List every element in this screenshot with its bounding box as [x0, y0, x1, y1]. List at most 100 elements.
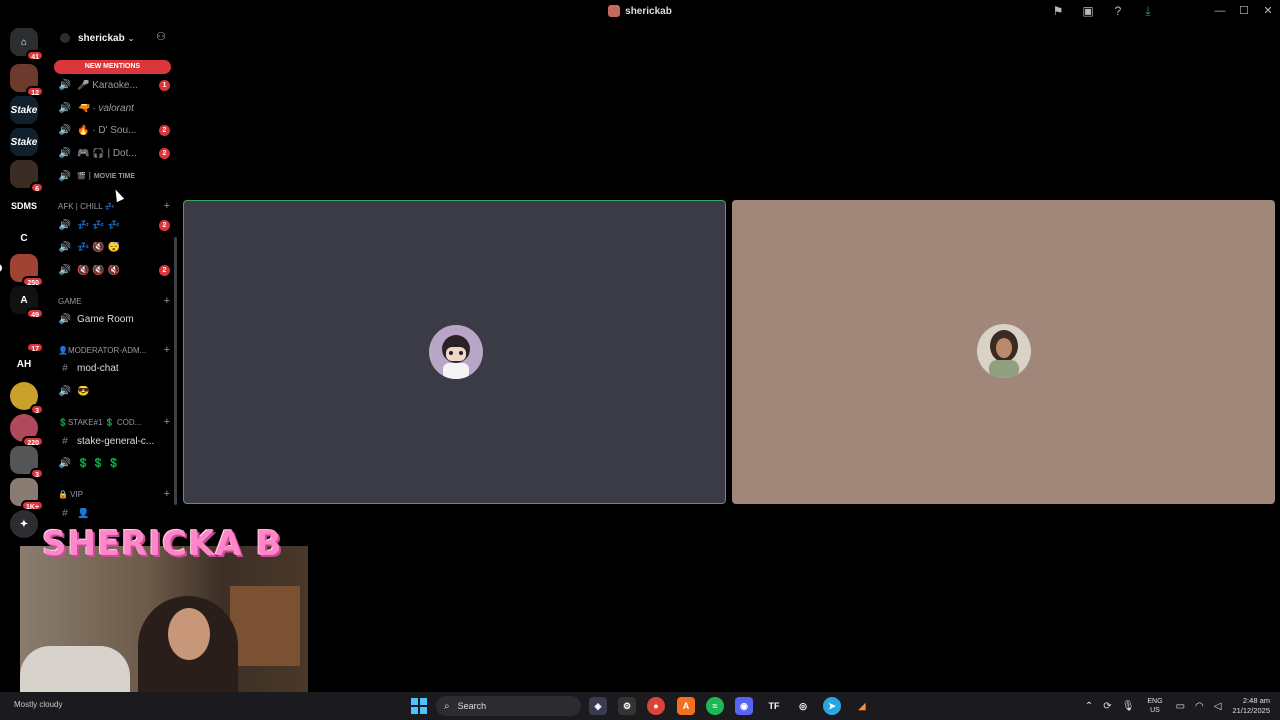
speaker-icon: 🔊 [58, 241, 72, 253]
language-indicator[interactable]: ENG US [1147, 697, 1162, 715]
speaker-icon: 🔊 [58, 79, 72, 91]
volume-icon[interactable]: ◁ [1214, 701, 1222, 712]
voice-channel[interactable]: 🔊 🔇 🔇 🔇 2 [58, 261, 170, 279]
category-game[interactable]: GAME + [58, 294, 170, 308]
server-header[interactable]: sherickab ⌄ ⚇ [48, 26, 178, 50]
download-icon[interactable]: ⤓ [1140, 3, 1156, 19]
mention-badge: 2 [159, 147, 170, 159]
speaker-icon: 🔊 [58, 147, 72, 159]
voice-channel[interactable]: 🔊 🔫 · valorant [58, 99, 170, 117]
wifi-icon[interactable]: ◠ [1195, 701, 1204, 712]
category-afk-chill[interactable]: AFK | CHILL 💤 + [58, 199, 170, 213]
system-tray: ⌃ ⟳ 🎙 ENG US ▭ ◠ ◁ 2:48 am 21/12/2025 [1080, 692, 1280, 720]
voice-channel[interactable]: 🔊 💤 🔇 😴 [58, 238, 170, 256]
voice-channel[interactable]: 🔊 🎮 🎧 | Dot... 2 [58, 144, 170, 162]
voice-channel[interactable]: 🔊 🎤 Karaoke... 1 [58, 76, 170, 94]
microphone-icon[interactable]: 🎙 [1122, 701, 1135, 712]
participant-tile[interactable] [732, 200, 1275, 504]
discord-icon[interactable]: ◉ [735, 697, 753, 715]
app-icon[interactable]: ◢ [853, 697, 871, 715]
display-icon[interactable]: ▭ [1176, 701, 1185, 712]
mention-badge: 2 [159, 124, 170, 136]
app-icon[interactable]: ⚙ [618, 697, 636, 715]
category-vip[interactable]: 🔒 VIP + [58, 487, 170, 501]
app-icon[interactable]: A [677, 697, 695, 715]
speaker-icon: 🔊 [58, 124, 72, 136]
app-icon[interactable]: TF [765, 697, 783, 715]
chevron-up-icon[interactable]: ⌃ [1085, 701, 1093, 712]
speaker-icon: 🔊 [58, 264, 72, 276]
server-icon[interactable]: 220 [10, 414, 44, 447]
speaker-icon: 🔊 [58, 313, 72, 325]
speaker-icon: 🔊 [58, 219, 72, 231]
create-channel-icon[interactable]: + [164, 200, 170, 212]
server-icon[interactable]: 12 [10, 64, 44, 97]
sidebar-scrollbar[interactable] [174, 237, 177, 505]
mention-badge: 2 [159, 264, 170, 276]
participant-tile-speaking[interactable] [183, 200, 726, 504]
help-icon[interactable]: ? [1110, 3, 1126, 19]
discover-icon[interactable]: ✦ [10, 510, 38, 538]
discord-home-icon[interactable]: ⌂ 41 [10, 28, 44, 61]
create-channel-icon[interactable]: + [164, 295, 170, 307]
voice-channel-game-room[interactable]: 🔊 Game Room [58, 310, 170, 328]
voice-channel[interactable]: 🔊 💤 💤 💤 2 [58, 216, 170, 234]
create-channel-icon[interactable]: + [164, 488, 170, 500]
new-mentions-pill[interactable]: NEW MENTIONS [54, 60, 171, 74]
speaker-icon: 🔊 [58, 102, 72, 114]
server-icon-stake[interactable]: Stake [10, 128, 38, 156]
app-icon[interactable]: ◎ [794, 697, 812, 715]
minimize-button[interactable]: — [1208, 0, 1232, 22]
taskbar-search[interactable]: ⌕ Search [436, 696, 581, 716]
text-channel-stake-general[interactable]: # stake-general-c... [58, 432, 170, 450]
server-icon-stake[interactable]: Stake [10, 96, 38, 124]
server-icon-ah[interactable]: AH [10, 350, 38, 378]
server-icon[interactable]: 6 [10, 160, 44, 193]
app-icon[interactable]: ◈ [589, 697, 607, 715]
text-channel-vip[interactable]: # 👤 [58, 504, 170, 522]
voice-channel[interactable]: 🔊 💲 💲 💲 [58, 454, 170, 472]
start-button[interactable] [411, 698, 427, 714]
speaker-icon: 🔊 [58, 457, 72, 469]
sync-icon[interactable]: ⟳ [1103, 701, 1111, 712]
add-member-icon[interactable]: ⚇ [156, 30, 166, 43]
screen-icon[interactable]: ▣ [1080, 3, 1096, 19]
webcam-overlay [20, 546, 308, 696]
participant-avatar [977, 324, 1031, 378]
server-icon-c[interactable]: C [10, 224, 38, 252]
server-icon-sdms[interactable]: SDMS [10, 192, 38, 220]
mention-badge: 2 [159, 219, 170, 231]
chrome-icon[interactable]: ● [647, 697, 665, 715]
server-icon-a[interactable]: A 49 [10, 286, 44, 319]
voice-channel[interactable]: 🔊 😎 [58, 382, 170, 400]
voice-channel[interactable]: 🔊 🎬 ┊ MOVIE TIME [58, 167, 170, 185]
clock[interactable]: 2:48 am 21/12/2025 [1232, 696, 1270, 716]
category-stake[interactable]: 💲STAKE#1 💲 cod... + [58, 415, 170, 429]
inbox-icon[interactable]: ⚑ [1050, 3, 1066, 19]
create-channel-icon[interactable]: + [164, 416, 170, 428]
hash-icon: # [62, 362, 68, 374]
create-channel-icon[interactable]: + [164, 344, 170, 356]
text-channel-mod-chat[interactable]: # mod-chat [58, 359, 170, 377]
server-icon[interactable]: 250 [0, 254, 44, 287]
spotify-icon[interactable]: ≈ [706, 697, 724, 715]
voice-channel[interactable]: 🔊 🔥 · D' Sou... 2 [58, 121, 170, 139]
server-icon[interactable]: 3 [10, 446, 44, 479]
weather-widget[interactable]: Mostly cloudy [14, 700, 62, 709]
server-icon[interactable]: 3 [10, 382, 44, 415]
speaker-icon: 🔊 [58, 170, 72, 182]
channel-sidebar: sherickab ⌄ ⚇ NEW MENTIONS 🔊 🎤 Karaoke..… [48, 22, 178, 542]
telegram-icon[interactable]: ➤ [823, 697, 841, 715]
close-button[interactable]: ✕ [1256, 0, 1280, 22]
server-icon[interactable]: 1K+ [10, 478, 44, 511]
server-icon[interactable]: 17 [10, 320, 44, 353]
hash-icon: # [62, 507, 68, 519]
search-icon: ⌕ [444, 700, 450, 712]
streamer-name-banner: SHERICKA B [42, 524, 283, 564]
mention-badge: 1 [159, 79, 170, 91]
title-bar: sherickab ⚑ ▣ ? ⤓ — ☐ ✕ [0, 0, 1280, 22]
server-avatar-icon [608, 5, 621, 17]
taskbar: Mostly cloudy ⌕ Search ◈ ⚙ ● A ≈ ◉ TF ◎ … [0, 692, 1280, 720]
category-moderator[interactable]: 👤Moderator-Adm... + [58, 343, 170, 357]
maximize-button[interactable]: ☐ [1232, 0, 1256, 22]
